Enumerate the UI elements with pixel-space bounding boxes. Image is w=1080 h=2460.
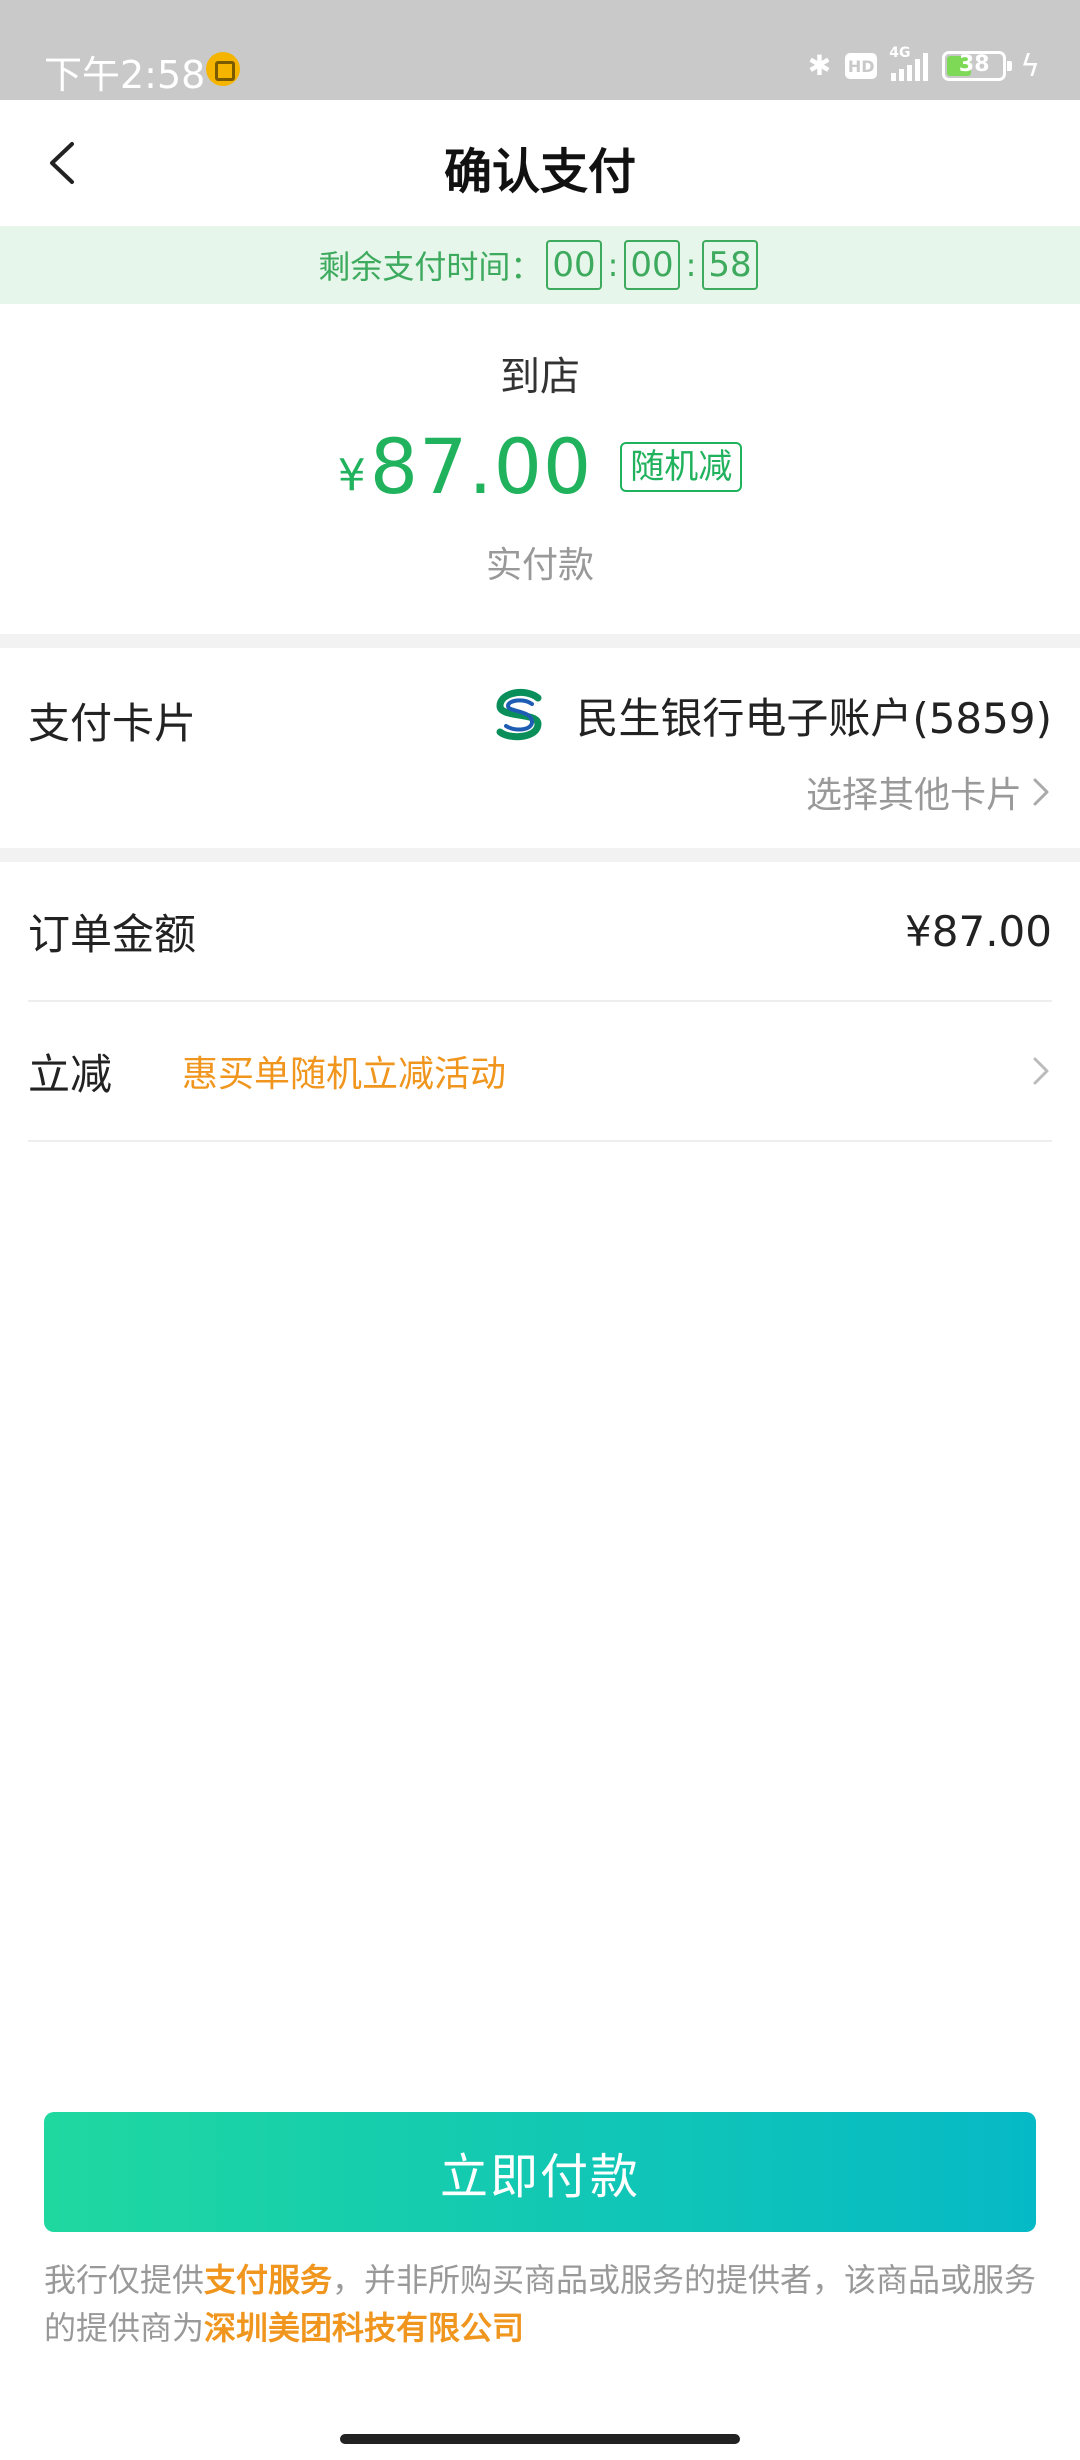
home-indicator[interactable] bbox=[340, 2434, 740, 2444]
chevron-right-icon bbox=[1033, 1057, 1049, 1085]
amount-row: ¥ 87.00 随机减 bbox=[0, 422, 1080, 511]
network-type: 4G bbox=[889, 45, 911, 61]
choose-other-card-label: 选择其他卡片 bbox=[805, 775, 1022, 816]
notification-icon bbox=[206, 52, 240, 86]
amount-label: 实付款 bbox=[485, 545, 594, 586]
card-name: 民生银行电子账户(5859) bbox=[576, 693, 1052, 743]
charging-icon: ϟ bbox=[1020, 48, 1040, 84]
countdown-hours: 00 bbox=[546, 240, 602, 290]
disclaimer-highlight-service: 支付服务 bbox=[204, 2261, 333, 2299]
status-icons: ✱ HD 4G 38 ϟ bbox=[807, 45, 1040, 86]
bluetooth-icon: ✱ bbox=[807, 49, 832, 82]
payment-amount: 87.00 bbox=[369, 422, 593, 511]
chevron-right-icon bbox=[1033, 778, 1049, 806]
section-divider bbox=[0, 634, 1080, 648]
payment-card-section: 支付卡片 民生银行电子账户(5859) 选择其他卡片 bbox=[0, 648, 1080, 848]
signal-icon: 4G bbox=[889, 45, 929, 81]
order-amount-value: ¥87.00 bbox=[905, 906, 1052, 956]
section-divider bbox=[0, 848, 1080, 862]
battery-icon: 38 bbox=[942, 51, 1013, 81]
disclaimer: 我行仅提供支付服务，并非所购买商品或服务的提供者，该商品或服务的提供商为深圳美团… bbox=[44, 2256, 1044, 2352]
battery-level: 38 bbox=[958, 52, 990, 77]
status-bar: 下午2:58 ✱ HD 4G 38 ϟ bbox=[0, 0, 1080, 100]
minsheng-bank-icon bbox=[496, 688, 542, 741]
choose-other-card[interactable]: 选择其他卡片 bbox=[806, 766, 1052, 818]
random-discount-badge: 随机减 bbox=[620, 441, 743, 492]
disclaimer-text-1: 我行仅提供 bbox=[44, 2261, 205, 2299]
merchant-name: 到店 bbox=[500, 354, 580, 400]
order-amount-row: 订单金额 ¥87.00 bbox=[28, 862, 1052, 1002]
disclaimer-highlight-provider: 深圳美团科技有限公司 bbox=[204, 2309, 525, 2347]
selected-card[interactable]: 民生银行电子账户(5859) bbox=[488, 684, 1052, 746]
countdown-minutes: 00 bbox=[624, 240, 680, 290]
payment-countdown: 剩余支付时间： 00 : 00 : 58 bbox=[0, 226, 1080, 304]
discount-promo: 惠买单随机立减活动 bbox=[182, 1054, 507, 1095]
card-label: 支付卡片 bbox=[28, 699, 197, 748]
countdown-seconds: 58 bbox=[702, 240, 758, 290]
order-amount-label: 订单金额 bbox=[28, 909, 197, 959]
currency-symbol: ¥ bbox=[337, 450, 366, 501]
page-title: 确认支付 bbox=[443, 144, 636, 200]
payment-summary: 到店 ¥ 87.00 随机减 实付款 bbox=[0, 304, 1080, 634]
discount-row[interactable]: 立减 惠买单随机立减活动 bbox=[28, 1002, 1052, 1142]
pay-now-button[interactable]: 立即付款 bbox=[44, 2112, 1036, 2232]
discount-label: 立减 bbox=[28, 1049, 113, 1099]
countdown-label: 剩余支付时间： bbox=[318, 248, 543, 286]
status-time: 下午2:58 bbox=[44, 53, 206, 97]
nav-bar: 确认支付 bbox=[0, 100, 1080, 226]
hd-icon: HD bbox=[845, 53, 878, 79]
